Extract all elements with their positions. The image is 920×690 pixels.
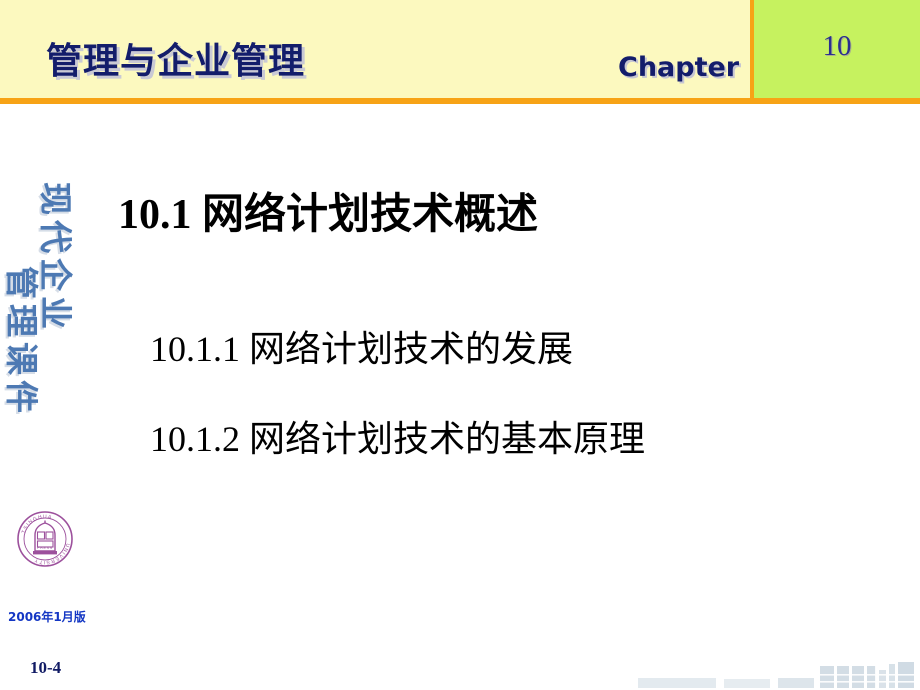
skyline-decoration	[620, 654, 920, 690]
vertical-watermark: 现代企业 管理课件	[2, 178, 92, 488]
section-title: 10.1 网络计划技术概述	[118, 192, 539, 238]
sub-section-item: 10.1.2 网络计划技术的基本原理	[150, 419, 646, 459]
header-divider-rule	[0, 98, 920, 104]
edition-label: 2006年1月版	[8, 610, 86, 624]
chapter-number: 10	[822, 30, 852, 62]
slide-canvas: 管理与企业管理 Chapter 10 现代企业 管理课件 10.1 网络计划技术…	[0, 0, 920, 690]
chapter-label: Chapter	[618, 52, 740, 83]
tsinghua-university-seal-icon: TSINGHUA UNIVERSITY PRESS	[14, 508, 76, 570]
chapter-number-box: 10	[750, 0, 920, 98]
page-title: 管理与企业管理	[46, 41, 306, 82]
watermark-column-b: 管理课件	[2, 266, 41, 418]
sub-section-item: 10.1.1 网络计划技术的发展	[150, 329, 574, 369]
page-number: 10-4	[30, 658, 62, 677]
svg-text:PRESS: PRESS	[37, 546, 53, 550]
